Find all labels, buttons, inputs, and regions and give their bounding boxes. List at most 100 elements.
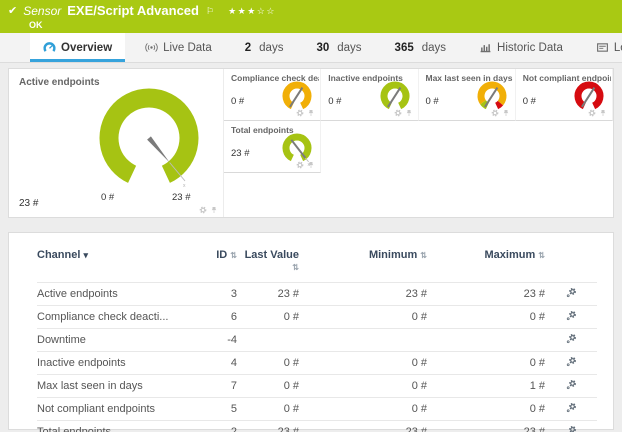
gauge-icon (43, 41, 56, 54)
table-row: Downtime -4 (37, 329, 597, 352)
channel-maximum: 1 # (427, 375, 545, 398)
channel-minimum: 0 # (299, 398, 427, 421)
channel-last-value: 0 # (237, 352, 299, 375)
header-label: Channel (37, 249, 80, 261)
channel-minimum: 0 # (299, 375, 427, 398)
gauge-settings-icon[interactable] (199, 206, 207, 214)
gauge-value: 23 # (19, 198, 38, 209)
gauge-value: 0 # (328, 96, 341, 107)
gauge-card-not-compliant: Not compliant endpoints 0 # (516, 69, 613, 121)
tab-bar: Overview Live Data 2 days 30 days 365 da… (0, 33, 622, 63)
priority-stars[interactable]: ★★★☆☆ (228, 3, 276, 19)
tab-label: days (259, 42, 283, 54)
header-label: Maximum (484, 249, 535, 261)
channel-id: 6 (201, 306, 237, 329)
channel-minimum: 0 # (299, 352, 427, 375)
channel-id: -4 (201, 329, 237, 352)
gauges-empty-space (321, 121, 613, 173)
channels-panel: Channel ▾ ID ⇅ Last Value ⇅ Minimum ⇅ Ma… (8, 232, 614, 430)
gauge-scale-max: 23 # (172, 192, 191, 203)
channel-name: Max last seen in days (37, 375, 201, 398)
channel-name: Not compliant endpoints (37, 398, 201, 421)
channel-maximum: 23 # (427, 421, 545, 432)
channel-name: Inactive endpoints (37, 352, 201, 375)
gauge-settings-icon[interactable] (296, 161, 304, 169)
header-label: ID (216, 249, 227, 261)
channel-settings-icon[interactable] (566, 402, 577, 413)
gauge-value: 0 # (426, 96, 439, 107)
tab-label: days (422, 42, 446, 54)
channel-maximum: 23 # (427, 283, 545, 306)
tab-number: 30 (316, 42, 329, 54)
column-header-minimum[interactable]: Minimum ⇅ (299, 245, 427, 283)
channel-name: Total endpoints (37, 421, 201, 432)
tab-label: Log (614, 42, 622, 54)
column-header-maximum[interactable]: Maximum ⇅ (427, 245, 545, 283)
channel-minimum: 0 # (299, 306, 427, 329)
gauge-value: 23 # (231, 148, 250, 159)
column-header-channel[interactable]: Channel ▾ (37, 245, 201, 283)
gauge-value: 0 # (231, 96, 244, 107)
gauge-card-total-endpoints: Total endpoints x 23 # (224, 121, 321, 173)
channel-minimum: 23 # (299, 283, 427, 306)
channel-name: Downtime (37, 329, 201, 352)
channel-settings-icon[interactable] (566, 310, 577, 321)
column-header-id[interactable]: ID ⇅ (201, 245, 237, 283)
channel-maximum: 0 # (427, 352, 545, 375)
channel-last-value: 23 # (237, 283, 299, 306)
table-row: Inactive endpoints 4 0 # 0 # 0 # (37, 352, 597, 375)
channel-last-value: 0 # (237, 398, 299, 421)
pin-icon[interactable] (405, 109, 413, 117)
sensor-title: EXE/Script Advanced (67, 3, 199, 19)
column-header-last-value[interactable]: Last Value ⇅ (237, 245, 299, 283)
gauge-settings-icon[interactable] (296, 109, 304, 117)
svg-text:x: x (183, 183, 186, 189)
channel-id: 5 (201, 398, 237, 421)
channel-settings-icon[interactable] (566, 333, 577, 344)
log-icon (596, 41, 609, 54)
channel-id: 3 (201, 283, 237, 306)
pin-icon[interactable] (210, 206, 218, 214)
table-row: Not compliant endpoints 5 0 # 0 # 0 # (37, 398, 597, 421)
tab-2-days[interactable]: 2 days (232, 33, 297, 62)
tab-30-days[interactable]: 30 days (303, 33, 374, 62)
sort-icon: ⇅ (420, 251, 427, 260)
sensor-header: ✔ Sensor EXE/Script Advanced ⚐ ★★★☆☆ OK (0, 0, 622, 33)
channel-settings-icon[interactable] (566, 287, 577, 298)
status-ok-check-icon: ✔ (8, 3, 17, 19)
channel-settings-icon[interactable] (566, 379, 577, 390)
tab-log[interactable]: Log (583, 33, 622, 62)
channel-id: 7 (201, 375, 237, 398)
pin-icon[interactable] (307, 109, 315, 117)
gauge-card-inactive-endpoints: Inactive endpoints 0 # (321, 69, 418, 121)
channel-maximum: 0 # (427, 306, 545, 329)
tab-historic-data[interactable]: Historic Data (466, 33, 576, 62)
tab-label: Historic Data (497, 42, 563, 54)
tab-live-data[interactable]: Live Data (132, 33, 225, 62)
tab-label: Overview (61, 42, 112, 54)
priority-flag-icon: ⚐ (206, 3, 214, 19)
tab-overview[interactable]: Overview (30, 33, 125, 62)
broadcast-icon (145, 41, 158, 54)
object-kind-label: Sensor (23, 3, 61, 19)
gauge-settings-icon[interactable] (588, 109, 596, 117)
tab-365-days[interactable]: 365 days (382, 33, 459, 62)
pin-icon[interactable] (599, 109, 607, 117)
channel-last-value (237, 329, 299, 352)
channel-maximum: 0 # (427, 398, 545, 421)
channel-settings-icon[interactable] (566, 356, 577, 367)
sort-desc-icon: ▾ (83, 250, 88, 260)
channel-settings-icon[interactable] (566, 425, 577, 432)
pin-icon[interactable] (307, 161, 315, 169)
channel-id: 4 (201, 352, 237, 375)
gauge-settings-icon[interactable] (491, 109, 499, 117)
header-label: Last Value (245, 249, 299, 261)
gauge-settings-icon[interactable] (394, 109, 402, 117)
pin-icon[interactable] (502, 109, 510, 117)
status-badge: OK (29, 20, 614, 30)
table-row: Max last seen in days 7 0 # 0 # 1 # (37, 375, 597, 398)
sort-icon: ⇅ (292, 263, 299, 272)
channel-minimum (299, 329, 427, 352)
table-row: Active endpoints 3 23 # 23 # 23 # (37, 283, 597, 306)
bar-chart-icon (479, 41, 492, 54)
